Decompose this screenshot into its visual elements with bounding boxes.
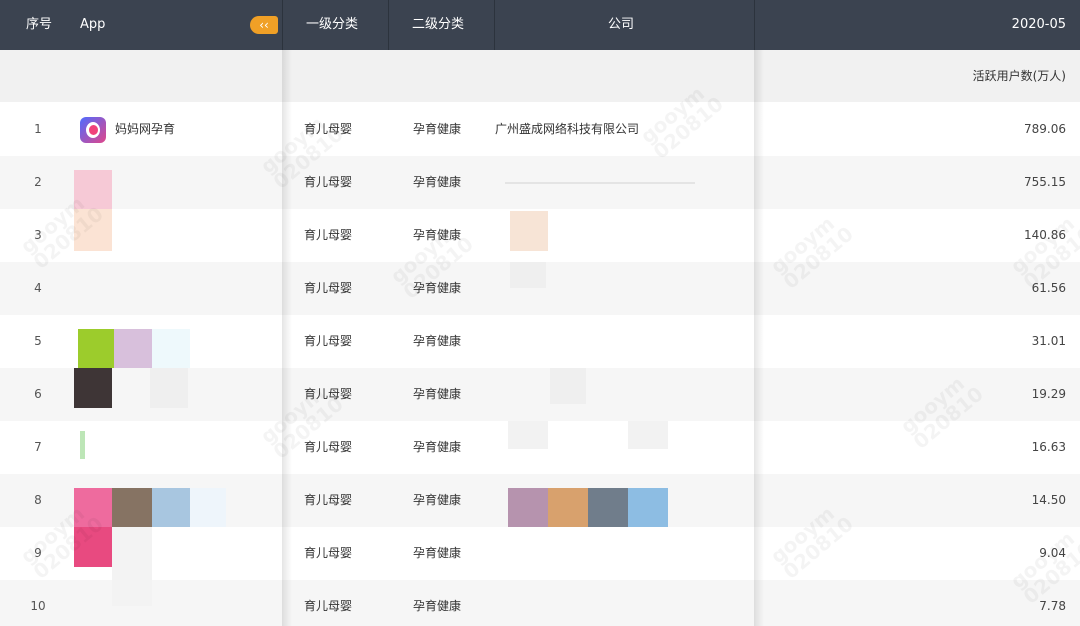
redacted-company-logo bbox=[588, 488, 628, 527]
category2: 孕育健康 bbox=[413, 387, 462, 401]
app-logo-icon bbox=[80, 117, 106, 143]
row-index: 2 bbox=[34, 175, 42, 189]
redacted-company bbox=[505, 182, 695, 184]
category2: 孕育健康 bbox=[413, 122, 462, 136]
active-users-value: 140.86 bbox=[1024, 228, 1066, 242]
header-divider bbox=[754, 0, 755, 50]
row-index: 6 bbox=[34, 387, 42, 401]
category2: 孕育健康 bbox=[413, 281, 462, 295]
redacted-app-icon bbox=[190, 488, 226, 527]
redacted-company-logo bbox=[508, 421, 548, 449]
category2: 孕育健康 bbox=[413, 599, 462, 613]
category2: 孕育健康 bbox=[413, 334, 462, 348]
table-row[interactable]: 6 育儿母婴 孕育健康 19.29 bbox=[0, 368, 1080, 421]
active-users-value: 7.78 bbox=[1039, 599, 1066, 613]
metric-label[interactable]: 活跃用户数(万人) bbox=[973, 50, 1066, 102]
active-users-value: 16.63 bbox=[1031, 440, 1066, 454]
category2: 孕育健康 bbox=[413, 175, 462, 189]
redacted-app-icon bbox=[78, 329, 114, 368]
redacted-app-icon bbox=[74, 527, 112, 567]
table-row[interactable]: 4 育儿母婴 孕育健康 61.56 bbox=[0, 262, 1080, 315]
redacted-company-logo bbox=[628, 488, 668, 527]
table-row[interactable]: 2 育儿母婴 孕育健康 755.15 bbox=[0, 156, 1080, 210]
collapse-column-button[interactable]: ‹‹ bbox=[250, 16, 278, 34]
header-divider bbox=[282, 0, 283, 50]
table-row[interactable]: 3 育儿母婴 孕育健康 140.86 bbox=[0, 209, 1080, 262]
redacted-company-logo bbox=[510, 211, 548, 251]
redacted-company-logo bbox=[550, 368, 586, 404]
table-header: 序号 App ‹‹ 一级分类 二级分类 公司 2020-05 bbox=[0, 0, 1080, 50]
redacted-company-logo bbox=[510, 262, 546, 288]
app-name[interactable]: 妈妈网孕育 bbox=[115, 103, 175, 156]
category1: 育儿母婴 bbox=[304, 334, 353, 348]
category2: 孕育健康 bbox=[413, 228, 462, 242]
table-row[interactable]: 7 育儿母婴 孕育健康 16.63 bbox=[0, 421, 1080, 474]
active-users-value: 755.15 bbox=[1024, 175, 1066, 189]
category1: 育儿母婴 bbox=[304, 122, 353, 136]
active-users-value: 19.29 bbox=[1031, 387, 1066, 401]
active-users-value: 61.56 bbox=[1031, 281, 1066, 295]
header-app[interactable]: App bbox=[80, 0, 105, 50]
row-index: 8 bbox=[34, 493, 42, 507]
redacted-app-icon bbox=[112, 488, 152, 527]
category1: 育儿母婴 bbox=[304, 599, 353, 613]
row-index: 7 bbox=[34, 440, 42, 454]
active-users-value: 789.06 bbox=[1024, 122, 1066, 136]
redacted-app-icon bbox=[112, 527, 152, 580]
category1: 育儿母婴 bbox=[304, 546, 353, 560]
category1: 育儿母婴 bbox=[304, 387, 353, 401]
redacted-app-icon bbox=[74, 170, 112, 210]
row-index: 1 bbox=[34, 122, 42, 136]
header-period[interactable]: 2020-05 bbox=[1012, 0, 1066, 50]
redacted-app-icon bbox=[152, 488, 190, 527]
table-row[interactable]: 1 妈妈网孕育 育儿母婴 孕育健康 广州盛成网络科技有限公司 789.06 bbox=[0, 103, 1080, 156]
active-users-value: 14.50 bbox=[1031, 493, 1066, 507]
header-index[interactable]: 序号 bbox=[26, 0, 52, 50]
category2: 孕育健康 bbox=[413, 440, 462, 454]
category1: 育儿母婴 bbox=[304, 228, 353, 242]
row-index: 10 bbox=[30, 599, 46, 613]
redacted-app-icon bbox=[74, 368, 112, 408]
table-row[interactable]: 5 育儿母婴 孕育健康 31.01 bbox=[0, 315, 1080, 368]
redacted-app-icon bbox=[74, 209, 112, 251]
active-users-value: 9.04 bbox=[1039, 546, 1066, 560]
redacted-app-icon bbox=[112, 580, 152, 606]
category1: 育儿母婴 bbox=[304, 281, 353, 295]
redacted-app-icon bbox=[74, 488, 112, 527]
category2: 孕育健康 bbox=[413, 546, 462, 560]
redacted-app-icon bbox=[150, 368, 188, 408]
row-index: 3 bbox=[34, 228, 42, 242]
redacted-app-icon bbox=[114, 329, 152, 368]
table-row[interactable]: 9 育儿母婴 孕育健康 9.04 bbox=[0, 527, 1080, 580]
ranking-table: 序号 App ‹‹ 一级分类 二级分类 公司 2020-05 活跃用户数(万人)… bbox=[0, 0, 1080, 626]
active-users-value: 31.01 bbox=[1031, 334, 1066, 348]
table-row[interactable]: 8 育儿母婴 孕育健康 14.50 bbox=[0, 474, 1080, 527]
header-divider bbox=[494, 0, 495, 50]
header-company[interactable]: 公司 bbox=[608, 0, 634, 50]
redacted-app-icon bbox=[152, 329, 190, 368]
company-name: 广州盛成网络科技有限公司 bbox=[495, 122, 640, 136]
redacted-company-logo bbox=[628, 421, 668, 449]
row-index: 4 bbox=[34, 281, 42, 295]
header-category2[interactable]: 二级分类 bbox=[412, 0, 464, 50]
category1: 育儿母婴 bbox=[304, 440, 353, 454]
header-category1[interactable]: 一级分类 bbox=[306, 0, 358, 50]
row-index: 9 bbox=[34, 546, 42, 560]
category1: 育儿母婴 bbox=[304, 175, 353, 189]
redacted-company-logo bbox=[548, 488, 588, 527]
table-subheader: 活跃用户数(万人) bbox=[0, 50, 1080, 102]
row-index: 5 bbox=[34, 334, 42, 348]
header-divider bbox=[388, 0, 389, 50]
table-row[interactable]: 10 育儿母婴 孕育健康 7.78 bbox=[0, 580, 1080, 626]
category2: 孕育健康 bbox=[413, 493, 462, 507]
redacted-app-icon bbox=[80, 431, 85, 459]
category1: 育儿母婴 bbox=[304, 493, 353, 507]
redacted-company-logo bbox=[508, 488, 548, 527]
